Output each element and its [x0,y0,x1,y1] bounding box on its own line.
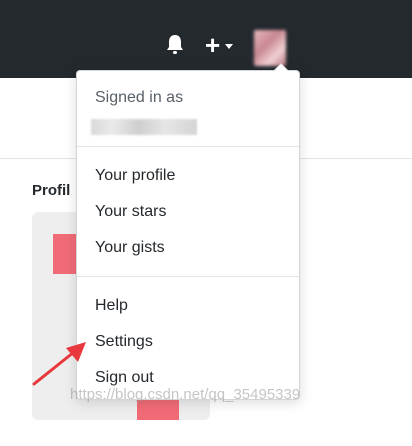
user-avatar[interactable] [254,30,286,66]
menu-item-your-stars[interactable]: Your stars [95,203,166,221]
menu-divider [77,146,299,147]
bell-icon[interactable] [165,33,185,55]
username-redacted [91,119,197,135]
menu-item-settings[interactable]: Settings [95,333,153,351]
plus-icon: + [205,30,221,60]
top-header-bar: + [0,0,412,78]
menu-item-your-gists[interactable]: Your gists [95,239,165,257]
menu-item-sign-out[interactable]: Sign out [95,369,154,387]
caret-down-icon [225,43,234,49]
watermark-text: https://blog.csdn.net/qq_35495339 [70,386,301,403]
annotation-arrow-icon [32,342,86,386]
user-dropdown-menu: Signed in as Your profile Your stars You… [76,63,300,400]
signed-in-as-label: Signed in as [95,89,184,106]
profile-label: Profil [32,182,71,199]
menu-item-help[interactable]: Help [95,297,128,315]
menu-divider [77,276,299,277]
create-new-button[interactable]: + [205,30,234,60]
menu-item-your-profile[interactable]: Your profile [95,167,175,185]
